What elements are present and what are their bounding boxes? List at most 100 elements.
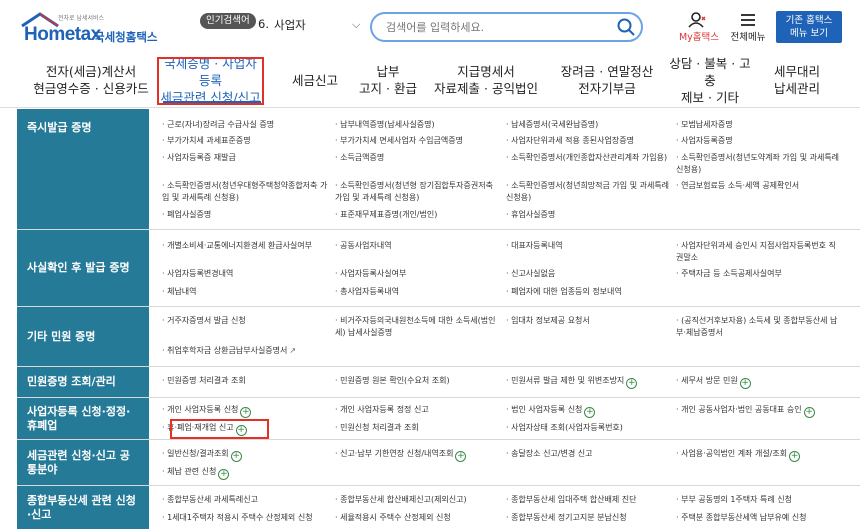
nav-item-line1: 상담 · 불복 · 고충: [669, 55, 751, 88]
plus-icon[interactable]: +: [789, 451, 801, 462]
nav-item-line1: 지급명세서: [457, 64, 515, 79]
residence-certificate-link[interactable]: · 거주자증명서 발급 신청: [162, 315, 328, 327]
menu-link[interactable]: · (공직선거후보자용) 소득세 및 종합부동산세 납부·체납증명서: [676, 315, 842, 339]
menu-link[interactable]: · 민원신청 처리결과 조회: [335, 422, 501, 434]
plus-icon[interactable]: +: [584, 407, 596, 418]
section-verified-certificates: 사실확인 후 발급 증명 · 개별소비세·교통에너지환경세 환급사실여부 · 공…: [17, 230, 860, 307]
section-other-certificates: 기타 민원 증명 · 거주자증명서 발급 신청 · 비거주자등의국내원천소득에 …: [17, 307, 860, 367]
menu-link[interactable]: · 임대차 정보제공 요청서: [506, 315, 672, 327]
menu-link[interactable]: · 소득금액증명: [335, 152, 501, 164]
menu-link[interactable]: · 신고·납부 기한연장 신청/내역조회 +: [335, 448, 501, 462]
menu-link[interactable]: · 소득확인증명서(청년도약계좌 가입 및 과세특례 신청용): [676, 152, 842, 176]
menu-link[interactable]: · 취업후학자금 상환금납부사실증명서 ↗: [162, 345, 332, 357]
menu-link[interactable]: · 사업자등록사실여부: [335, 268, 501, 280]
search-box: [370, 12, 643, 42]
plus-icon[interactable]: +: [803, 407, 815, 418]
menu-link[interactable]: · 1세대1주택자 적용시 주택수 산정제외 신청: [162, 512, 328, 524]
nav-item-payment[interactable]: 납부 고지 · 환급: [355, 52, 421, 108]
plus-icon[interactable]: +: [218, 469, 230, 480]
menu-link[interactable]: · 민원증명 처리결과 조회: [162, 375, 328, 387]
search-icon[interactable]: [616, 17, 636, 37]
menu-link[interactable]: · 휴업사실증명: [506, 209, 672, 221]
plus-icon[interactable]: +: [626, 378, 638, 389]
nav-item-line1: 납부: [376, 64, 400, 79]
menu-link[interactable]: · 부가가치세 면세사업자 수입금액증명: [335, 135, 501, 147]
menu-link[interactable]: · 납세증명서(국세완납증명): [506, 119, 672, 131]
hamburger-icon: [741, 14, 755, 26]
top-bar: 전자로 납세서비스 Hometax 국세청홈택스 인기검색어 6. 사업자 ⌵ …: [0, 0, 860, 52]
menu-link[interactable]: · 사업자등록변경내역: [162, 268, 328, 280]
menu-link[interactable]: · 부부 공동명의 1주택자 특례 신청: [676, 494, 842, 506]
nav-item-e-invoice[interactable]: 전자(세금)계산서 현금영수증 · 신용카드: [30, 52, 152, 108]
menu-link[interactable]: · 소득확인증명서(청년형 장기집합투자증권저축 가입 및 과세특례 신청용): [335, 180, 501, 204]
menu-link[interactable]: · 주택자금 등 소득공제사실여부: [676, 268, 842, 280]
menu-link[interactable]: · 사업용·공익법인 계좌 개설/조회 +: [676, 448, 842, 462]
menu-link[interactable]: · 민원서류 발급 제한 및 위변조방지 +: [506, 375, 672, 389]
hometax-logo[interactable]: 전자로 납세서비스 Hometax 국세청홈택스: [20, 10, 170, 45]
external-link-icon: ↗: [289, 346, 297, 355]
menu-grid: 즉시발급 증명 · 근로(자녀)장려금 수급사실 증명 · 납부내역증명(납세사…: [17, 109, 860, 529]
plus-icon[interactable]: +: [230, 451, 242, 462]
menu-link[interactable]: · 폐업사실증명: [162, 209, 328, 221]
menu-link[interactable]: · 종합부동산세 과세특례신고: [162, 494, 328, 506]
menu-link-label: · 체납 관련 신청: [162, 467, 217, 476]
myhometax-label: My홈택스: [678, 32, 720, 43]
plus-icon[interactable]: +: [455, 451, 467, 462]
plus-icon[interactable]: +: [240, 407, 252, 418]
menu-link[interactable]: · 모범납세자증명: [676, 119, 842, 131]
section-comprehensive-property-tax: 종합부동산세 관련 신청·신고 · 종합부동산세 과세특례신고 · 종합부동산세…: [17, 486, 860, 529]
menu-link[interactable]: · 사업자상태 조회(사업자등록번호): [506, 422, 672, 434]
chevron-down-icon[interactable]: ⌵: [352, 18, 360, 32]
menu-link-label: · 취업후학자금 상환금납부사실증명서: [162, 346, 288, 355]
menu-link[interactable]: · 비거주자등의국내원천소득에 대한 소득세(법인세) 납세사실증명: [335, 315, 501, 339]
nav-item-tax-filing[interactable]: 세금신고: [285, 52, 345, 108]
menu-link[interactable]: · 체납내역: [162, 286, 328, 298]
menu-link[interactable]: · 주택분 종합부동산세액 납부유예 신청: [676, 512, 842, 524]
menu-link[interactable]: · 법인 사업자등록 신청 +: [506, 404, 672, 418]
menu-link[interactable]: · 사업자단위과세 적용 종된사업장증명: [506, 135, 672, 147]
menu-link[interactable]: · 종합부동산세 정기고지분 분납신청: [506, 512, 672, 524]
menu-link[interactable]: · 총사업자등록내역: [335, 286, 501, 298]
menu-link[interactable]: · 세무서 방문 민원 +: [676, 375, 842, 389]
menu-link[interactable]: · 개인 공동사업자·법인 공동대표 승인 +: [676, 404, 842, 418]
menu-link[interactable]: · 소득확인증명서(청년우대형주택청약종합저축 가입 및 과세특례 신청용): [162, 180, 328, 204]
myhometax-button[interactable]: My홈택스: [676, 12, 719, 43]
menu-link[interactable]: · 종합부동산세 합산배제신고(제외신고): [335, 494, 501, 506]
menu-link[interactable]: · 민원증명 원본 확인(수요처 조회): [335, 375, 501, 387]
menu-link[interactable]: · 공동사업자내역: [335, 240, 501, 252]
all-menu-button[interactable]: 전체메뉴: [726, 12, 770, 43]
menu-link[interactable]: · 대표자등록내역: [506, 240, 672, 252]
menu-link[interactable]: · 신고사실없음: [506, 268, 672, 280]
menu-link[interactable]: · 소득확인증명서(개인종합자산관리계좌 가입용): [506, 152, 672, 164]
menu-link[interactable]: · 근로(자녀)장려금 수급사실 증명: [162, 119, 328, 131]
menu-link[interactable]: · 개인 사업자등록 정정 신고: [335, 404, 501, 416]
nav-item-incentives[interactable]: 장려금 · 연말정산 전자기부금: [555, 52, 659, 108]
menu-link[interactable]: · 일반신청/결과조회 +: [162, 448, 328, 462]
logo-brand: Hometax: [24, 24, 101, 45]
menu-link[interactable]: · 송달장소 신고/변경 신고: [506, 448, 672, 460]
menu-link[interactable]: · 세율적용시 주택수 산정제외 신청: [335, 512, 501, 524]
menu-link[interactable]: · 소득확인증명서(청년희망적금 가입 및 과세특례 신청용): [506, 180, 672, 204]
menu-link[interactable]: · 사업자등록증명: [676, 135, 842, 147]
menu-link[interactable]: · 개인 사업자등록 신청 +: [162, 404, 328, 418]
menu-link-label: · 민원서류 발급 제한 및 위변조방지: [506, 376, 625, 385]
menu-link[interactable]: · 연금보험료등 소득·세액 공제확인서: [676, 180, 842, 192]
nav-item-statements[interactable]: 지급명세서 자료제출 · 공익법인: [432, 52, 540, 108]
plus-icon[interactable]: +: [739, 378, 751, 389]
nav-item-tax-agent[interactable]: 세무대리 납세관리: [764, 52, 830, 108]
nav-item-consulting[interactable]: 상담 · 불복 · 고충 제보 · 기타: [666, 52, 754, 108]
menu-link[interactable]: · 개별소비세·교통에너지환경세 환급사실여부: [162, 240, 328, 252]
menu-link[interactable]: · 납부내역증명(납세사실증명): [335, 119, 501, 131]
menu-link[interactable]: · 체납 관련 신청 +: [162, 466, 328, 480]
search-input[interactable]: [386, 18, 606, 36]
menu-link[interactable]: · 종합부동산세 임대주택 합산배제 진단: [506, 494, 672, 506]
menu-link[interactable]: · 폐업자에 대한 업종등의 정보내역: [506, 286, 672, 298]
menu-link[interactable]: · 표준재무제표증명(개인/법인): [335, 209, 501, 221]
legacy-menu-button[interactable]: 기존 홈택스 메뉴 보기: [776, 11, 842, 43]
popular-search-term[interactable]: 사업자: [274, 17, 306, 33]
menu-link-label: · 개인 공동사업자·법인 공동대표 승인: [676, 405, 802, 414]
all-menu-label: 전체메뉴: [730, 32, 766, 43]
menu-link[interactable]: · 부가가치세 과세표준증명: [162, 135, 328, 147]
menu-link[interactable]: · 사업자등록증 재발급: [162, 152, 328, 164]
menu-link[interactable]: · 사업자단위과세 승인시 지점사업자등록번호 직권말소: [676, 240, 842, 264]
